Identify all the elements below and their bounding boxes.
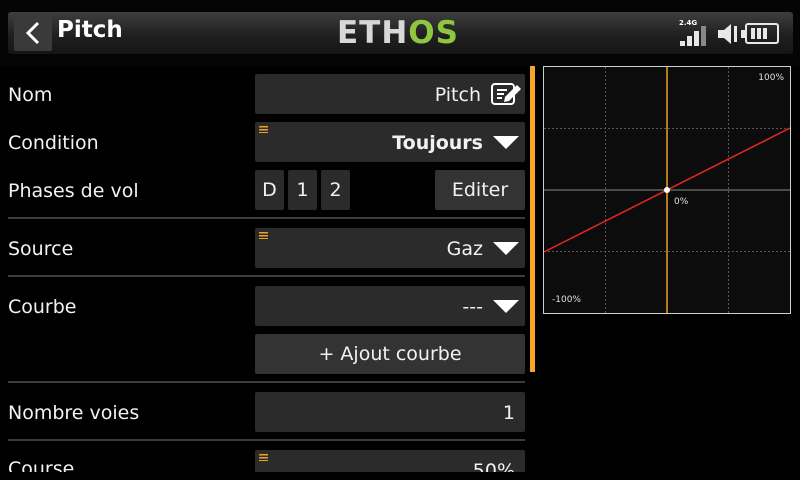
edit-phases-button[interactable]: Editer — [435, 170, 525, 210]
graph-center-label: 0% — [674, 197, 689, 207]
curve-graph: 100% 0% -100% — [543, 66, 791, 314]
phase-d-toggle[interactable]: D — [255, 170, 284, 210]
options-marker-icon — [259, 126, 268, 133]
divider — [8, 217, 525, 219]
scrollbar[interactable] — [530, 66, 535, 372]
condition-dropdown[interactable]: Toujours — [255, 122, 525, 162]
condition-value: Toujours — [392, 132, 483, 154]
ethos-logo: ETHOS — [337, 15, 459, 51]
options-marker-icon — [259, 454, 268, 461]
flight-phases-label: Phases de vol — [8, 180, 139, 202]
curve-value: --- — [462, 296, 483, 318]
speaker-icon — [718, 24, 737, 44]
name-label: Nom — [8, 84, 53, 106]
dropdown-arrow-icon — [493, 300, 519, 313]
divider — [8, 381, 525, 383]
signal-bars-icon — [680, 26, 712, 46]
travel-label: Course — [8, 458, 75, 472]
curve-dropdown[interactable]: --- — [255, 286, 525, 326]
source-value: Gaz — [446, 238, 483, 260]
phase-2-toggle[interactable]: 2 — [321, 170, 350, 210]
curve-label: Courbe — [8, 296, 77, 318]
travel-field[interactable]: 50% — [255, 450, 525, 472]
back-button[interactable] — [14, 15, 52, 51]
page-title: Pitch — [57, 17, 123, 43]
divider — [8, 439, 525, 441]
dropdown-arrow-icon — [493, 136, 519, 149]
name-value: Pitch — [434, 84, 481, 106]
dropdown-arrow-icon — [493, 242, 519, 255]
channels-value: 1 — [502, 402, 515, 424]
divider — [8, 275, 525, 277]
graph-bottom-label: -100% — [552, 295, 581, 305]
channels-label: Nombre voies — [8, 402, 140, 424]
travel-value: 50% — [472, 460, 515, 472]
source-label: Source — [8, 238, 74, 260]
battery-icon — [741, 23, 779, 44]
form-panel: Nom Pitch Condition Toujours Phases de v… — [0, 66, 532, 472]
source-dropdown[interactable]: Gaz — [255, 228, 525, 268]
graph-cursor-point — [664, 187, 670, 193]
phase-1-toggle[interactable]: 1 — [288, 170, 317, 210]
name-field[interactable]: Pitch — [255, 74, 525, 114]
condition-label: Condition — [8, 132, 99, 154]
options-marker-icon — [259, 232, 268, 239]
add-curve-button[interactable]: + Ajout courbe — [255, 334, 525, 374]
channels-field[interactable]: 1 — [255, 392, 525, 432]
edit-icon[interactable] — [490, 81, 522, 107]
graph-top-label: 100% — [758, 73, 784, 83]
chevron-left-icon — [25, 21, 40, 45]
